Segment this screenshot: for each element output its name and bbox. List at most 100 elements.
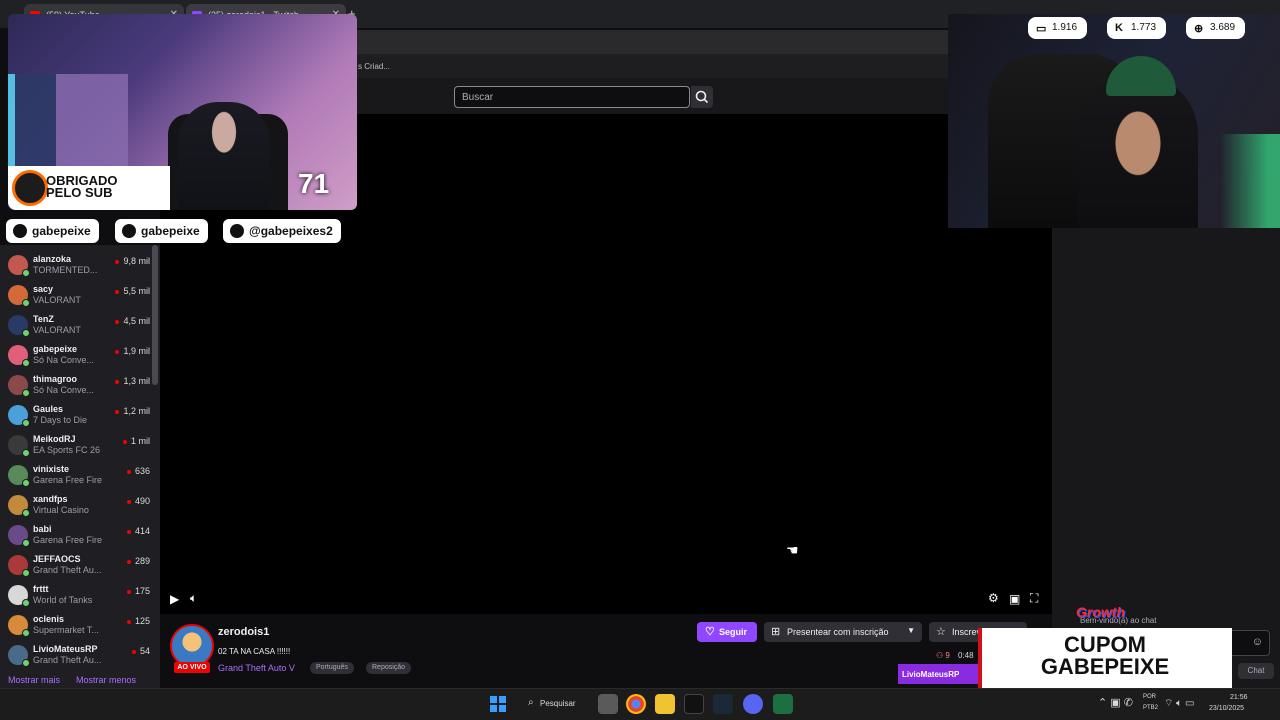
sidebar-channel-item[interactable]: MeikodRJ EA Sports FC 26 1 mil: [6, 432, 152, 462]
network-volume-icons[interactable]: ⌔ 🔈︎ ▭: [1164, 697, 1194, 710]
keyboard-layout[interactable]: PTB2: [1143, 705, 1158, 711]
channel-viewers: 636: [127, 466, 150, 476]
webcam-light: [1220, 134, 1280, 228]
social-handle: gabepeixe: [141, 224, 200, 238]
live-dot-icon: [22, 359, 30, 367]
gear-icon[interactable]: ⚙: [988, 591, 999, 605]
sidebar-channel-item[interactable]: TenZ VALORANT 4,5 mil: [6, 312, 152, 342]
channel-viewers: 289: [127, 556, 150, 566]
sidebar-channel-item[interactable]: JEFFAOCS Grand Theft Au... 289: [6, 552, 152, 582]
steam-icon[interactable]: [713, 694, 733, 714]
sidebar-channel-item[interactable]: frttt World of Tanks 175: [6, 582, 152, 612]
tray-icons[interactable]: ⌃ ▣ ✆: [1098, 696, 1133, 709]
tiktok-icon[interactable]: [684, 694, 704, 714]
channel-viewers: 54: [132, 646, 150, 656]
sidebar-channel-item[interactable]: LivioMateusRP Grand Theft Au... 54: [6, 642, 152, 672]
channel-name: vinixiste: [33, 464, 70, 474]
windows-start-icon[interactable]: [488, 694, 508, 714]
fullscreen-icon[interactable]: ⛶: [1030, 591, 1038, 606]
webcam-person: [178, 102, 270, 210]
channel-name: Gaules: [33, 404, 64, 414]
sub-thanks-line2: PELO SUB: [46, 185, 113, 200]
gift-icon: ⊞: [771, 626, 781, 638]
channel-avatar: [8, 345, 30, 367]
stream-uptime: 0:48: [958, 651, 974, 660]
viewer-count-value: 9: [945, 651, 950, 660]
live-badge: AO VIVO: [174, 662, 210, 673]
sidebar-channel-item[interactable]: sacy VALORANT 5,5 mil: [6, 282, 152, 312]
channel-avatar: [8, 585, 30, 607]
emote-icon[interactable]: ☺: [1252, 636, 1263, 648]
sub-thanks-text: OBRIGADO PELO SUB: [46, 174, 166, 200]
search-button[interactable]: [691, 86, 713, 108]
chat-send-button[interactable]: Chat: [1238, 663, 1274, 679]
sidebar-channel-item[interactable]: Gaules 7 Days to Die 1,2 mil: [6, 402, 152, 432]
channel-game: Grand Theft Au...: [33, 655, 102, 665]
channel-avatar: [8, 435, 30, 457]
channel-viewers: 175: [127, 586, 150, 596]
channel-name: xandfps: [33, 494, 68, 504]
viewers-icon: ⚇: [936, 651, 946, 660]
follow-label: Seguir: [719, 627, 748, 637]
channel-name: sacy: [33, 284, 54, 294]
channel-viewers: 4,5 mil: [115, 316, 150, 326]
live-dot-icon: [22, 419, 30, 427]
channel-game: World of Tanks: [33, 595, 93, 605]
channel-avatar: [8, 495, 30, 517]
theater-mode-icon[interactable]: ▣: [1009, 592, 1020, 606]
star-icon: ☆: [936, 626, 946, 638]
channel-name: gabepeixe: [33, 344, 78, 354]
sidebar-channel-item[interactable]: gabepeixe Só Na Conve... 1,9 mil: [6, 342, 152, 372]
volume-icon[interactable]: 🔈︎: [190, 591, 197, 606]
stat-value: 1.773: [1131, 22, 1157, 33]
show-more-link[interactable]: Mostrar mais: [8, 675, 60, 685]
channel-game: Garena Free Fire: [33, 535, 103, 545]
channel-name: JEFFAOCS: [33, 554, 81, 564]
bookmark-folder[interactable]: s Criad...: [358, 62, 390, 71]
sidebar-channel-item[interactable]: alanzoka TORMENTED... 9,8 mil: [6, 252, 152, 282]
tag-language[interactable]: Português: [310, 662, 354, 674]
coupon-line2: GABEPEIXE: [1040, 654, 1170, 679]
channel-game: VALORANT: [33, 325, 81, 335]
hand-cursor-icon: ☚: [786, 542, 799, 558]
sidebar-channel-item[interactable]: babi Garena Free Fire 414: [6, 522, 152, 552]
keyboard-language[interactable]: POR: [1143, 694, 1156, 700]
streamer-name[interactable]: zerodois1: [218, 626, 269, 638]
gift-sub-button[interactable]: ⊞ Presentear com inscrição ▼: [764, 622, 922, 642]
clock-time[interactable]: 21:56: [1230, 694, 1248, 701]
discord-icon[interactable]: [743, 694, 763, 714]
social-tiktok: @gabepeixes2: [223, 219, 341, 243]
sidebar-channel-item[interactable]: xandfps Virtual Casino 490: [6, 492, 152, 522]
search-icon: [695, 90, 709, 104]
channel-game: VALORANT: [33, 295, 81, 305]
task-view-icon[interactable]: [598, 694, 618, 714]
stream-game-link[interactable]: Grand Theft Auto V: [218, 663, 295, 673]
clock-date[interactable]: 23/10/2025: [1209, 705, 1244, 712]
search-icon: ⌕: [528, 697, 534, 708]
channel-game: Grand Theft Au...: [33, 565, 102, 575]
youtube-icon: [13, 224, 27, 238]
channel-viewers: 5,5 mil: [115, 286, 150, 296]
live-dot-icon: [22, 269, 30, 277]
search-input[interactable]: Buscar: [454, 86, 690, 108]
coupon-brand-logo: Growth: [1076, 604, 1125, 620]
twitch-icon: ▭: [1036, 23, 1047, 35]
chrome-icon[interactable]: [626, 694, 646, 714]
live-dot-icon: [22, 539, 30, 547]
file-explorer-icon[interactable]: [655, 694, 675, 714]
live-dot-icon: [22, 389, 30, 397]
tag-rerun[interactable]: Reposição: [366, 662, 412, 674]
webcam-overlay-right: [948, 14, 1280, 228]
sidebar-channel-item[interactable]: thimagroo Só Na Conve... 1,3 mil: [6, 372, 152, 402]
follow-button[interactable]: ♡ Seguir: [697, 622, 757, 642]
show-less-link[interactable]: Mostrar menos: [76, 675, 136, 685]
sidebar-channel-item[interactable]: oclenis Supermarket T... 125: [6, 612, 152, 642]
excel-icon[interactable]: [773, 694, 793, 714]
play-icon[interactable]: ▶: [170, 592, 179, 606]
sidebar-scrollbar[interactable]: [152, 245, 158, 385]
channel-game: 7 Days to Die: [33, 415, 88, 425]
social-youtube: gabepeixe: [6, 219, 99, 243]
sidebar-channel-item[interactable]: vinixiste Garena Free Fire 636: [6, 462, 152, 492]
chevron-down-icon: ▼: [907, 626, 915, 635]
taskbar-search[interactable]: ⌕ Pesquisar: [522, 695, 584, 713]
